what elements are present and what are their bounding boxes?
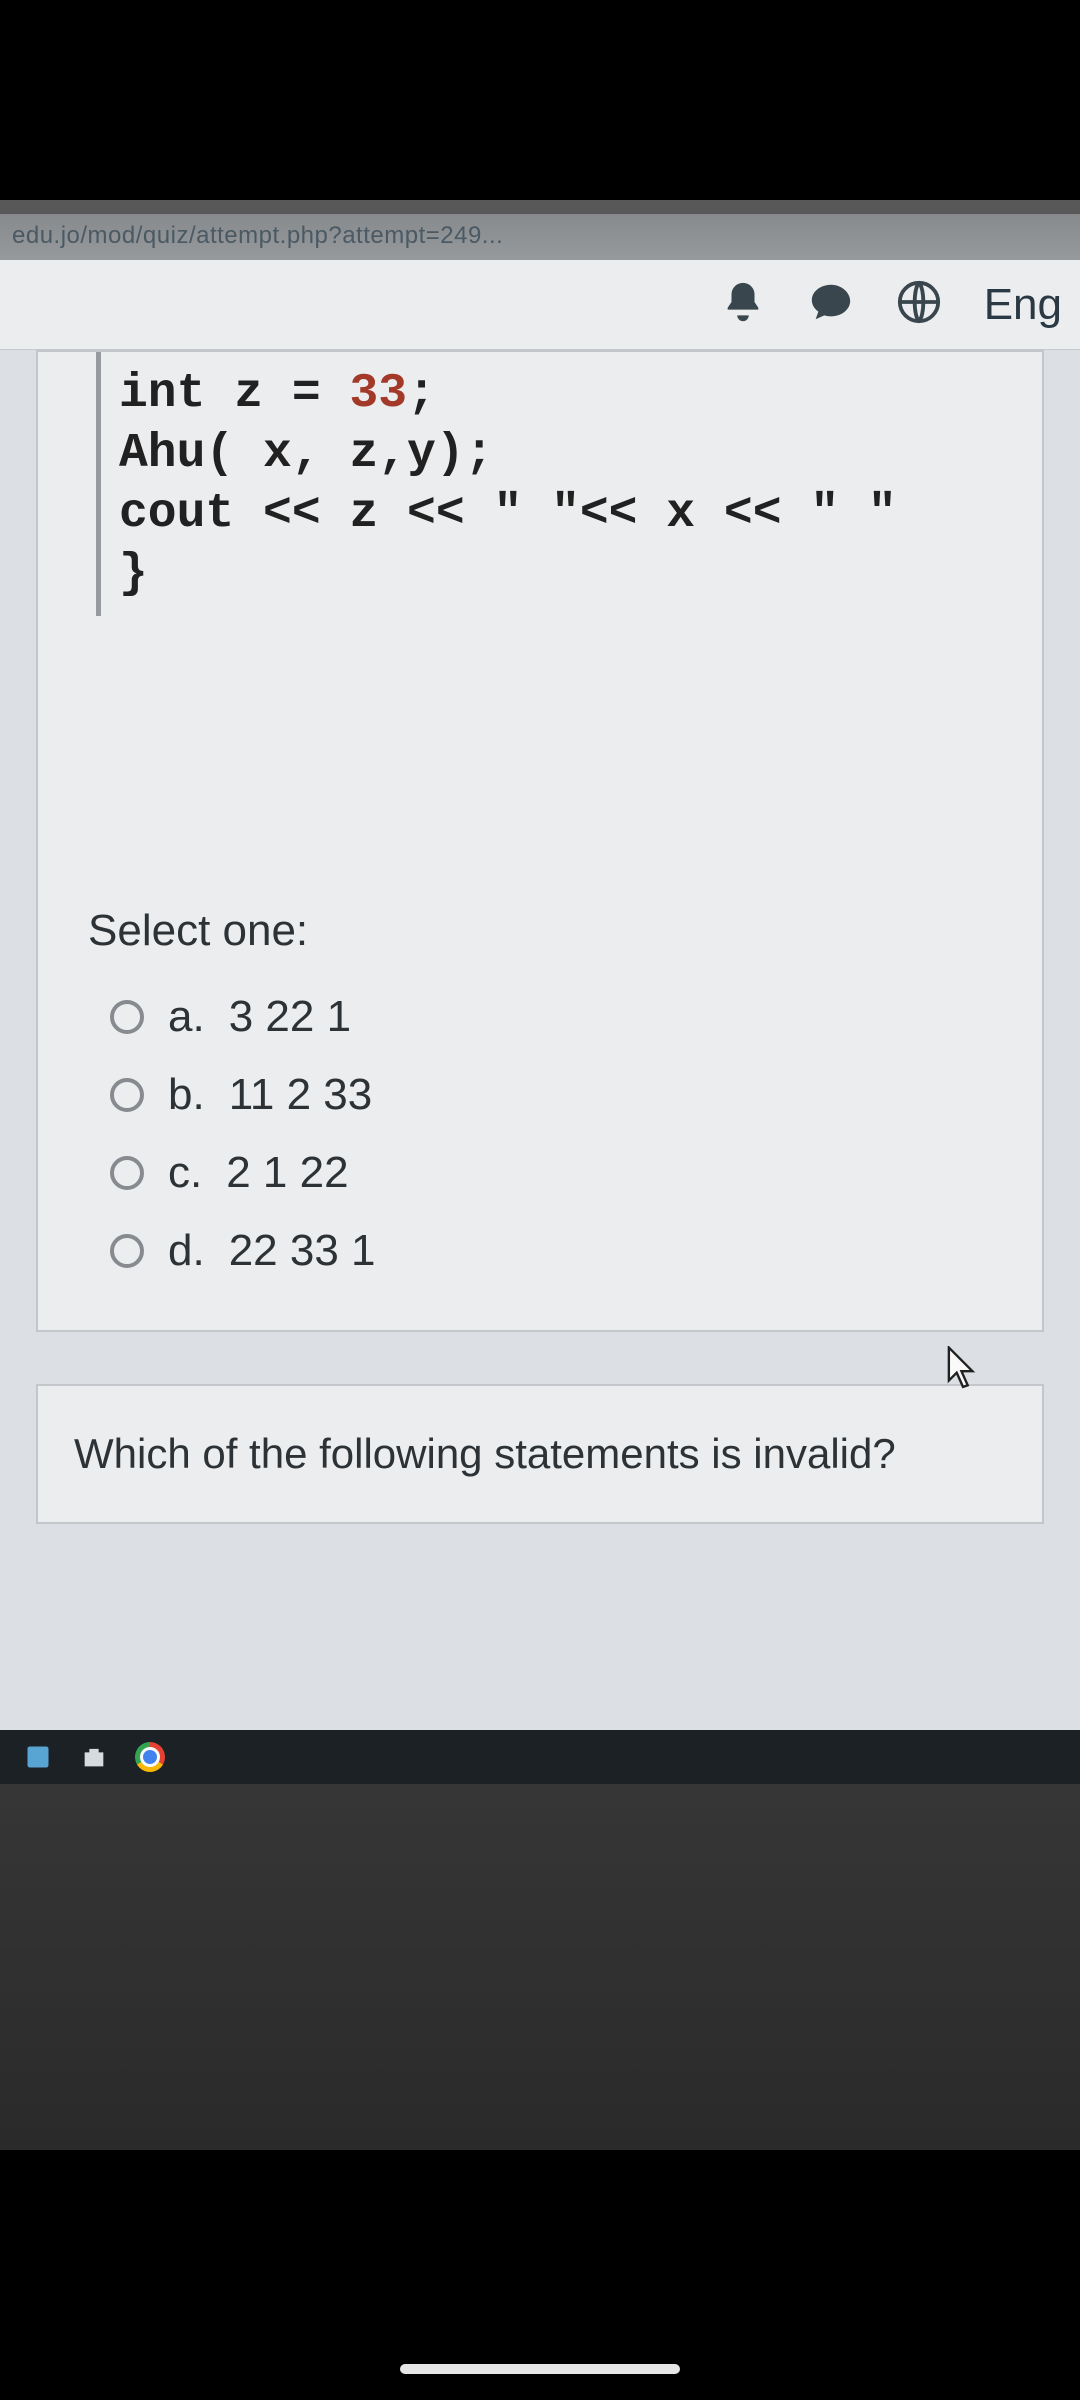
cursor-icon	[946, 1346, 980, 1395]
option-text: 2 1 22	[226, 1148, 348, 1198]
option-c[interactable]: c. 2 1 22	[110, 1134, 1042, 1212]
options-group: a. 3 22 1 b. 11 2 33 c. 2 1 22 d. 22 33 …	[38, 978, 1042, 1330]
code-line: Ahu( x, z,y);	[119, 424, 1042, 484]
bell-icon[interactable]	[720, 279, 766, 330]
url-text: edu.jo/mod/quiz/attempt.php?attempt=249.…	[12, 222, 503, 249]
site-header: Eng	[0, 260, 1080, 350]
option-text: 22 33 1	[229, 1226, 376, 1276]
option-a[interactable]: a. 3 22 1	[110, 978, 1042, 1056]
option-b[interactable]: b. 11 2 33	[110, 1056, 1042, 1134]
code-block: int z = 33; Ahu( x, z,y); cout << z << "…	[96, 352, 1042, 616]
radio-icon[interactable]	[110, 1156, 144, 1190]
chrome-icon[interactable]	[132, 1739, 168, 1775]
option-letter: a.	[168, 992, 205, 1042]
select-one-label: Select one:	[38, 906, 1042, 978]
option-letter: d.	[168, 1226, 205, 1276]
code-line: int z = 33;	[119, 364, 1042, 424]
monitor-screen: edu.jo/mod/quiz/attempt.php?attempt=249.…	[0, 214, 1080, 1784]
home-indicator[interactable]	[400, 2364, 680, 2374]
globe-icon[interactable]	[896, 279, 942, 330]
option-text: 3 22 1	[229, 992, 351, 1042]
code-line: }	[119, 544, 1042, 604]
store-icon[interactable]	[76, 1739, 112, 1775]
radio-icon[interactable]	[110, 1078, 144, 1112]
code-line: cout << z << " "<< x << " "	[119, 484, 1042, 544]
option-letter: c.	[168, 1148, 202, 1198]
chat-icon[interactable]	[808, 279, 854, 330]
taskbar-app-icon[interactable]	[20, 1739, 56, 1775]
browser-url-bar[interactable]: edu.jo/mod/quiz/attempt.php?attempt=249.…	[0, 214, 1080, 260]
option-letter: b.	[168, 1070, 205, 1120]
radio-icon[interactable]	[110, 1000, 144, 1034]
windows-taskbar[interactable]	[0, 1730, 1080, 1784]
radio-icon[interactable]	[110, 1234, 144, 1268]
language-label[interactable]: Eng	[984, 280, 1062, 330]
option-text: 11 2 33	[229, 1070, 373, 1120]
photo-background: edu.jo/mod/quiz/attempt.php?attempt=249.…	[0, 200, 1080, 2150]
question-box: int z = 33; Ahu( x, z,y); cout << z << "…	[36, 350, 1044, 1332]
next-question-box: Which of the following statements is inv…	[36, 1384, 1044, 1524]
option-d[interactable]: d. 22 33 1	[110, 1212, 1042, 1290]
blank-area	[38, 616, 1042, 906]
next-question-text: Which of the following statements is inv…	[74, 1430, 1006, 1478]
